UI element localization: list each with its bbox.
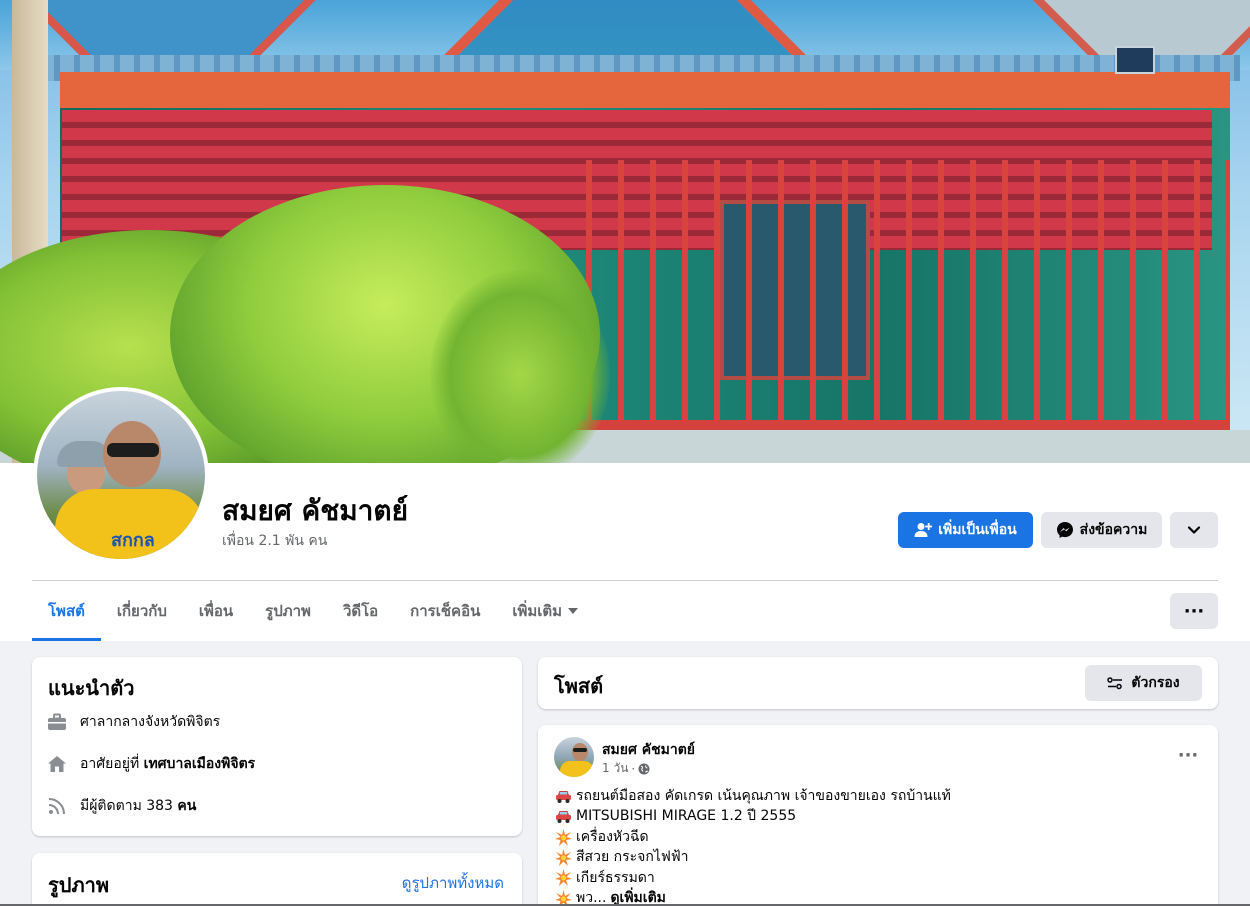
- see-all-photos-link[interactable]: ดูรูปภาพทั้งหมด: [402, 871, 504, 895]
- post-text: รถยนต์มือสอง คัดเกรด เน้นคุณภาพ เจ้าของข…: [554, 786, 1204, 906]
- post-card: สมยศ คัชมาตย์ 1 วัน · ··· รถยนต์มือสอง ค…: [538, 725, 1218, 906]
- more-options-button[interactable]: ···: [1170, 593, 1218, 629]
- add-friend-icon: [914, 523, 933, 537]
- post-meta-separator: ·: [631, 761, 636, 776]
- profile-header: สกกล สมยศ คัชมาตย์ เพื่อน 2.1 พัน คน เพิ…: [0, 0, 1250, 641]
- burst-icon: [554, 828, 572, 846]
- intro-title: แนะนำตัว: [48, 676, 135, 700]
- car-icon: [554, 787, 572, 805]
- lives-place-link[interactable]: เทศบาลเมืองพิจิตร: [144, 756, 256, 772]
- photos-title: รูปภาพ: [48, 873, 110, 897]
- home-icon: [46, 753, 68, 775]
- more-dots-icon: ···: [1177, 744, 1199, 766]
- intro-card: แนะนำตัว ศาลากลางจังหวัดพิจิตร อาศัยอยู่…: [32, 657, 522, 836]
- filter-button[interactable]: ตัวกรอง: [1085, 665, 1202, 701]
- tab-videos[interactable]: วิดีโอ: [327, 581, 394, 641]
- caret-down-icon: [568, 608, 579, 614]
- car-icon: [554, 808, 572, 826]
- message-button[interactable]: ส่งข้อความ: [1041, 512, 1162, 548]
- add-friend-label: เพิ่มเป็นเพื่อน: [938, 522, 1017, 538]
- message-label: ส่งข้อความ: [1079, 522, 1148, 538]
- cover-photo[interactable]: [0, 0, 1250, 463]
- rss-icon: [46, 795, 68, 817]
- profile-dropdown-button[interactable]: [1170, 512, 1218, 548]
- add-friend-button[interactable]: เพิ่มเป็นเพื่อน: [898, 512, 1033, 548]
- intro-followers: มีผู้ติดตาม 383 คน: [46, 795, 196, 817]
- tab-about[interactable]: เกี่ยวกับ: [101, 581, 183, 641]
- post-line: MITSUBISHI MIRAGE 1.2 ปี 2555: [554, 806, 1204, 826]
- tab-checkins[interactable]: การเช็คอิน: [394, 581, 496, 641]
- tab-posts[interactable]: โพสต์: [32, 581, 101, 641]
- posts-title: โพสต์: [554, 674, 604, 698]
- filter-label: ตัวกรอง: [1131, 675, 1180, 691]
- post-author-name[interactable]: สมยศ คัชมาตย์: [602, 739, 695, 761]
- profile-avatar[interactable]: สกกล: [33, 387, 209, 563]
- briefcase-icon: [46, 711, 68, 733]
- post-line: เกียร์ธรรมดา: [554, 868, 1204, 888]
- burst-icon: [554, 848, 572, 866]
- messenger-icon: [1056, 522, 1073, 538]
- post-line: สีสวย กระจกไฟฟ้า: [554, 847, 1204, 867]
- posts-header-card: โพสต์ ตัวกรอง: [538, 657, 1218, 709]
- post-line: รถยนต์มือสอง คัดเกรด เน้นคุณภาพ เจ้าของข…: [554, 786, 1204, 806]
- friend-count[interactable]: เพื่อน 2.1 พัน คน: [222, 530, 327, 552]
- profile-name: สมยศ คัชมาตย์: [222, 494, 408, 527]
- post-timestamp[interactable]: 1 วัน: [602, 759, 628, 778]
- filter-sliders-icon: [1107, 677, 1123, 690]
- profile-tabs: โพสต์ เกี่ยวกับ เพื่อน รูปภาพ วิดีโอ การ…: [32, 581, 594, 641]
- intro-work: ศาลากลางจังหวัดพิจิตร: [46, 711, 220, 733]
- avatar-shirt-text: สกกล: [111, 530, 155, 551]
- tab-photos[interactable]: รูปภาพ: [249, 581, 327, 641]
- post-line: เครื่องหัวฉีด: [554, 827, 1204, 847]
- post-meta: 1 วัน ·: [602, 759, 650, 778]
- post-options-button[interactable]: ···: [1174, 741, 1202, 769]
- post-author-avatar[interactable]: [554, 737, 594, 777]
- more-dots-icon: ···: [1183, 600, 1205, 622]
- intro-lives: อาศัยอยู่ที่ เทศบาลเมืองพิจิตร: [46, 753, 255, 775]
- photos-card: รูปภาพ ดูรูปภาพทั้งหมด: [32, 853, 522, 906]
- tab-more[interactable]: เพิ่มเติม: [496, 581, 594, 641]
- burst-icon: [554, 869, 572, 887]
- globe-icon: [638, 763, 650, 774]
- tab-friends[interactable]: เพื่อน: [183, 581, 249, 641]
- chevron-down-icon: [1187, 526, 1201, 534]
